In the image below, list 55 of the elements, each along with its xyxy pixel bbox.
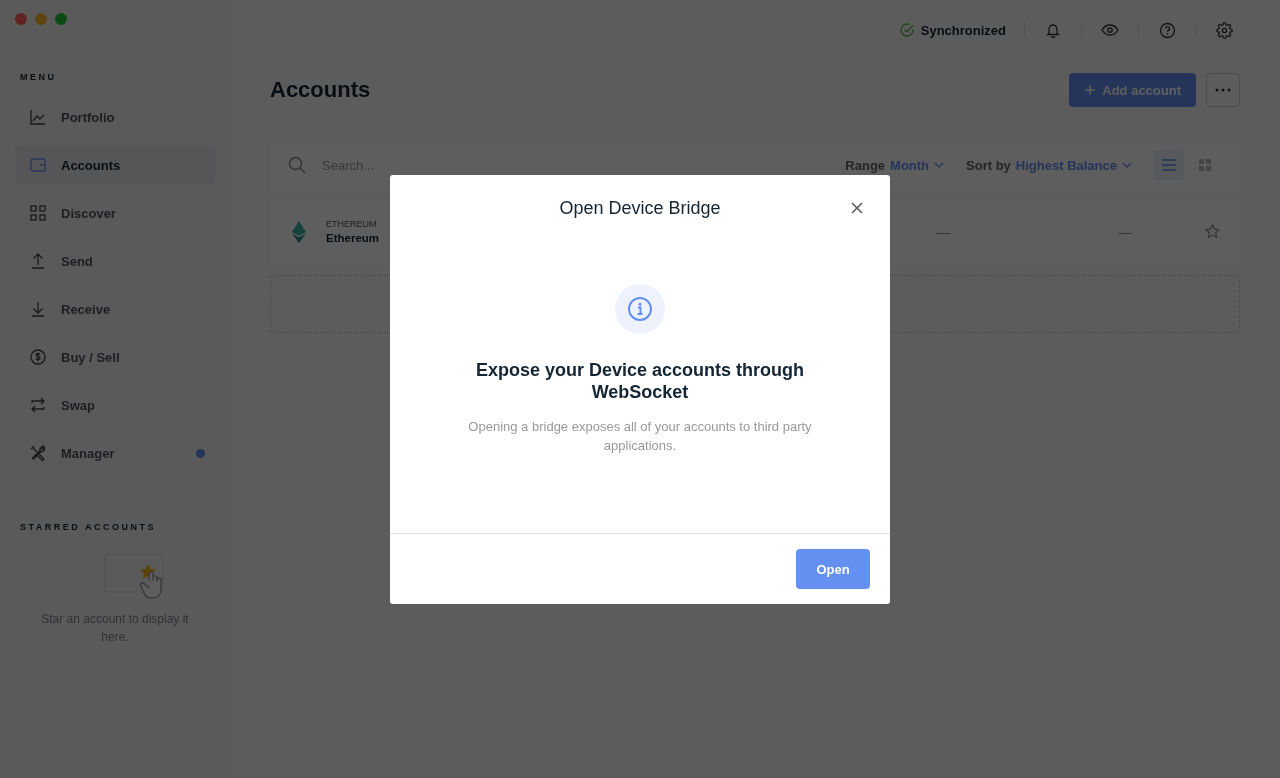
settings-button[interactable] (1214, 20, 1234, 40)
sync-status[interactable]: Synchronized (898, 18, 1006, 42)
chevron-down-icon (934, 162, 945, 168)
close-icon (851, 202, 863, 214)
range-dropdown[interactable]: Range Month (845, 157, 945, 173)
list-view-button[interactable] (1154, 150, 1184, 180)
balance-placeholder: — (936, 223, 950, 240)
zoom-window-button[interactable] (55, 13, 67, 25)
grid-icon (29, 204, 47, 222)
wallet-icon (29, 156, 47, 174)
settings-icon (1215, 21, 1233, 39)
list-icon (1162, 159, 1176, 171)
nav-item[interactable]: Buy / Sell (15, 338, 215, 376)
nav-item[interactable]: Accounts (15, 146, 215, 184)
arrow-down-icon (29, 300, 47, 318)
tools-icon (29, 444, 47, 462)
chart-icon (29, 108, 47, 126)
dollar-circle-icon (29, 348, 47, 366)
swap-arrows-icon (29, 396, 47, 414)
minimize-window-button[interactable] (35, 13, 47, 25)
page-title: Accounts (270, 77, 371, 103)
dialog-heading: Expose your Device accounts through WebSocket (474, 359, 806, 403)
sort-dropdown[interactable]: Sort by Highest Balance (966, 157, 1132, 173)
close-window-button[interactable] (15, 13, 27, 25)
plus-icon (1084, 84, 1097, 96)
help-button[interactable] (1157, 20, 1177, 40)
starred-accounts-heading: STARRED ACCOUNTS (20, 522, 156, 532)
nav-item[interactable]: Manager (15, 434, 215, 472)
chevron-down-icon (1122, 162, 1132, 168)
search-icon (288, 156, 306, 174)
check-circle-icon (898, 22, 915, 38)
arrow-up-icon (29, 252, 47, 270)
currency-label: ETHEREUM (326, 219, 378, 229)
dialog-title: Open Device Bridge (559, 197, 721, 219)
eye-icon (1101, 22, 1119, 38)
nav-item[interactable]: Receive (15, 290, 215, 328)
star-icon (1205, 224, 1220, 239)
nav-item[interactable]: Swap (15, 386, 215, 424)
info-icon (615, 284, 665, 334)
account-name: Ethereum (326, 232, 381, 244)
ethereum-icon (292, 220, 306, 243)
grid-icon (1199, 159, 1211, 171)
nav-item[interactable]: Send (15, 242, 215, 280)
open-button[interactable]: Open (796, 549, 870, 589)
change-placeholder: — (1118, 223, 1132, 240)
more-options-button[interactable] (1206, 73, 1240, 107)
bell-icon (1045, 22, 1061, 38)
menu-heading: MENU (20, 72, 57, 82)
dialog-description: Opening a bridge exposes all of your accounts to third party applications. (467, 418, 813, 455)
nav-item[interactable]: Discover (15, 194, 215, 232)
help-icon (1158, 21, 1176, 39)
close-button[interactable] (850, 201, 864, 215)
ellipsis-icon (1215, 88, 1231, 92)
nav-item[interactable]: Portfolio (15, 98, 215, 136)
star-button[interactable] (1205, 224, 1220, 239)
